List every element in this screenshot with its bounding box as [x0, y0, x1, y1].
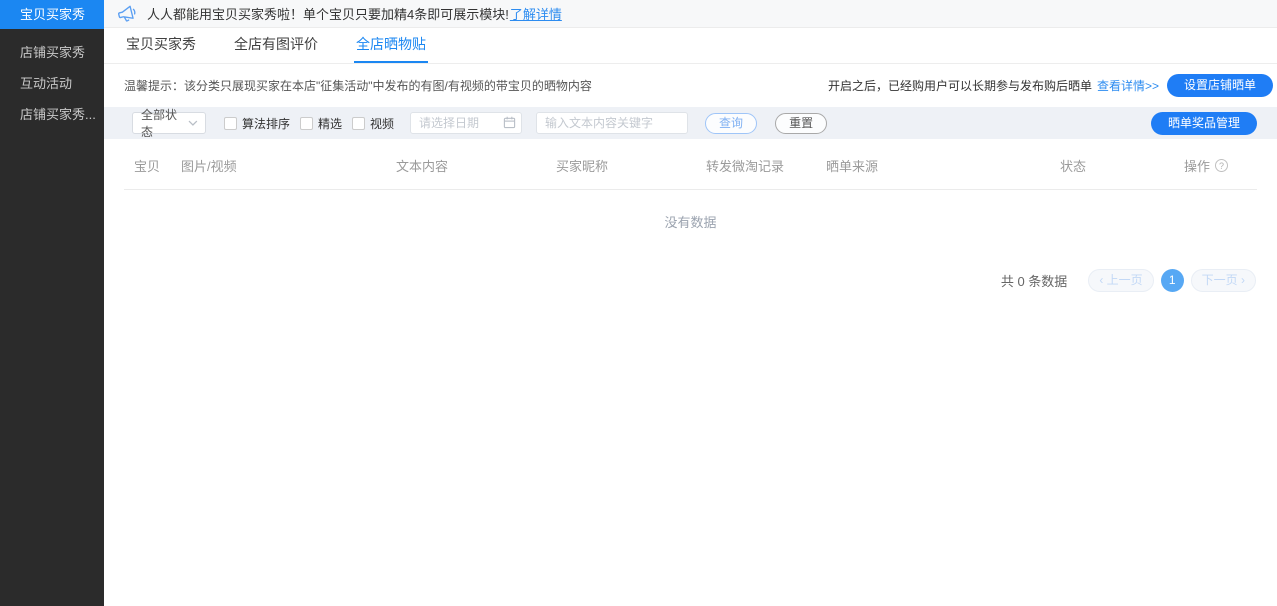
filter-bar: 全部状态 算法排序 精选 视频 — [104, 107, 1277, 139]
pagination: 共 0 条数据 ‹ 上一页 1 下一页 › — [104, 269, 1277, 292]
banner-text: 人人都能用宝贝买家秀啦！单个宝贝只要加精4条即可展示模块! — [147, 4, 509, 23]
prize-management-button[interactable]: 晒单奖品管理 — [1151, 112, 1257, 135]
column-header-buyer-nickname: 买家昵称 — [556, 156, 706, 175]
status-select-value: 全部状态 — [141, 106, 188, 140]
checkbox-video[interactable]: 视频 — [352, 115, 394, 132]
checkbox-algorithm-sort-label: 算法排序 — [242, 115, 290, 132]
sidebar-item-shop-showcase-2[interactable]: 店铺买家秀... — [0, 99, 104, 130]
tab-shop-posts[interactable]: 全店晒物贴 — [354, 28, 428, 63]
megaphone-icon — [117, 5, 138, 22]
sidebar-item-item-showcase[interactable]: 宝贝买家秀 — [0, 0, 104, 29]
checkbox-featured[interactable]: 精选 — [300, 115, 342, 132]
checkbox-icon[interactable] — [300, 117, 313, 130]
notice-right-group: 开启之后，已经购用户可以长期参与发布购后晒单 查看详情>> 设置店铺晒单 — [828, 74, 1273, 97]
column-header-source: 晒单来源 — [826, 156, 1060, 175]
checkbox-video-label: 视频 — [370, 115, 394, 132]
query-button[interactable]: 查询 — [705, 113, 757, 134]
keyword-input[interactable] — [536, 112, 688, 134]
notice-row: 温馨提示：该分类只展现买家在本店"征集活动"中发布的有图/有视频的带宝贝的晒物内… — [104, 64, 1277, 107]
empty-state-text: 没有数据 — [104, 190, 1277, 231]
filter-checkbox-group: 算法排序 精选 视频 — [224, 115, 404, 132]
calendar-icon[interactable] — [503, 116, 516, 134]
view-details-link[interactable]: 查看详情>> — [1097, 77, 1159, 94]
sidebar-item-interactive-activity[interactable]: 互动活动 — [0, 68, 104, 99]
prev-page-button[interactable]: ‹ 上一页 — [1088, 269, 1153, 292]
checkbox-featured-label: 精选 — [318, 115, 342, 132]
next-page-button[interactable]: 下一页 › — [1191, 269, 1256, 292]
reset-button[interactable]: 重置 — [775, 113, 827, 134]
table-header: 宝贝 图片/视频 文本内容 买家昵称 转发微淘记录 晒单来源 状态 操作 ? — [124, 141, 1257, 190]
checkbox-algorithm-sort[interactable]: 算法排序 — [224, 115, 290, 132]
date-picker — [410, 112, 522, 134]
column-header-media: 图片/视频 — [181, 156, 396, 175]
notice-right-text: 开启之后，已经购用户可以长期参与发布购后晒单 — [828, 77, 1092, 94]
column-header-product: 宝贝 — [134, 156, 181, 175]
current-page-button[interactable]: 1 — [1161, 269, 1184, 292]
checkbox-icon[interactable] — [352, 117, 365, 130]
tab-item-showcase[interactable]: 宝贝买家秀 — [124, 28, 198, 63]
total-count: 共 0 条数据 — [1001, 271, 1067, 290]
column-header-actions-label: 操作 — [1184, 156, 1210, 175]
setup-shop-showcase-button[interactable]: 设置店铺晒单 — [1167, 74, 1273, 97]
column-header-status: 状态 — [1060, 156, 1184, 175]
column-header-weitao-repost: 转发微淘记录 — [706, 156, 826, 175]
chevron-down-icon — [188, 120, 198, 126]
banner-learn-more-link[interactable]: 了解详情 — [510, 4, 562, 23]
sidebar: 宝贝买家秀 店铺买家秀 互动活动 店铺买家秀... — [0, 0, 104, 606]
app-window: 宝贝买家秀 店铺买家秀 互动活动 店铺买家秀... 人人都能用宝贝买家秀啦！单个… — [0, 0, 1277, 606]
tab-bar: 宝贝买家秀 全店有图评价 全店晒物贴 — [104, 28, 1277, 64]
sidebar-item-shop-showcase[interactable]: 店铺买家秀 — [0, 37, 104, 68]
announcement-banner: 人人都能用宝贝买家秀啦！单个宝贝只要加精4条即可展示模块! 了解详情 — [104, 0, 1277, 28]
checkbox-icon[interactable] — [224, 117, 237, 130]
column-header-actions: 操作 ? — [1184, 156, 1257, 175]
main-content: 人人都能用宝贝买家秀啦！单个宝贝只要加精4条即可展示模块! 了解详情 宝贝买家秀… — [104, 0, 1277, 606]
help-icon[interactable]: ? — [1215, 159, 1228, 172]
notice-tip-text: 温馨提示：该分类只展现买家在本店"征集活动"中发布的有图/有视频的带宝贝的晒物内… — [124, 77, 592, 94]
column-header-text-content: 文本内容 — [396, 156, 556, 175]
status-select[interactable]: 全部状态 — [132, 112, 206, 134]
tab-shop-photo-reviews[interactable]: 全店有图评价 — [232, 28, 320, 63]
